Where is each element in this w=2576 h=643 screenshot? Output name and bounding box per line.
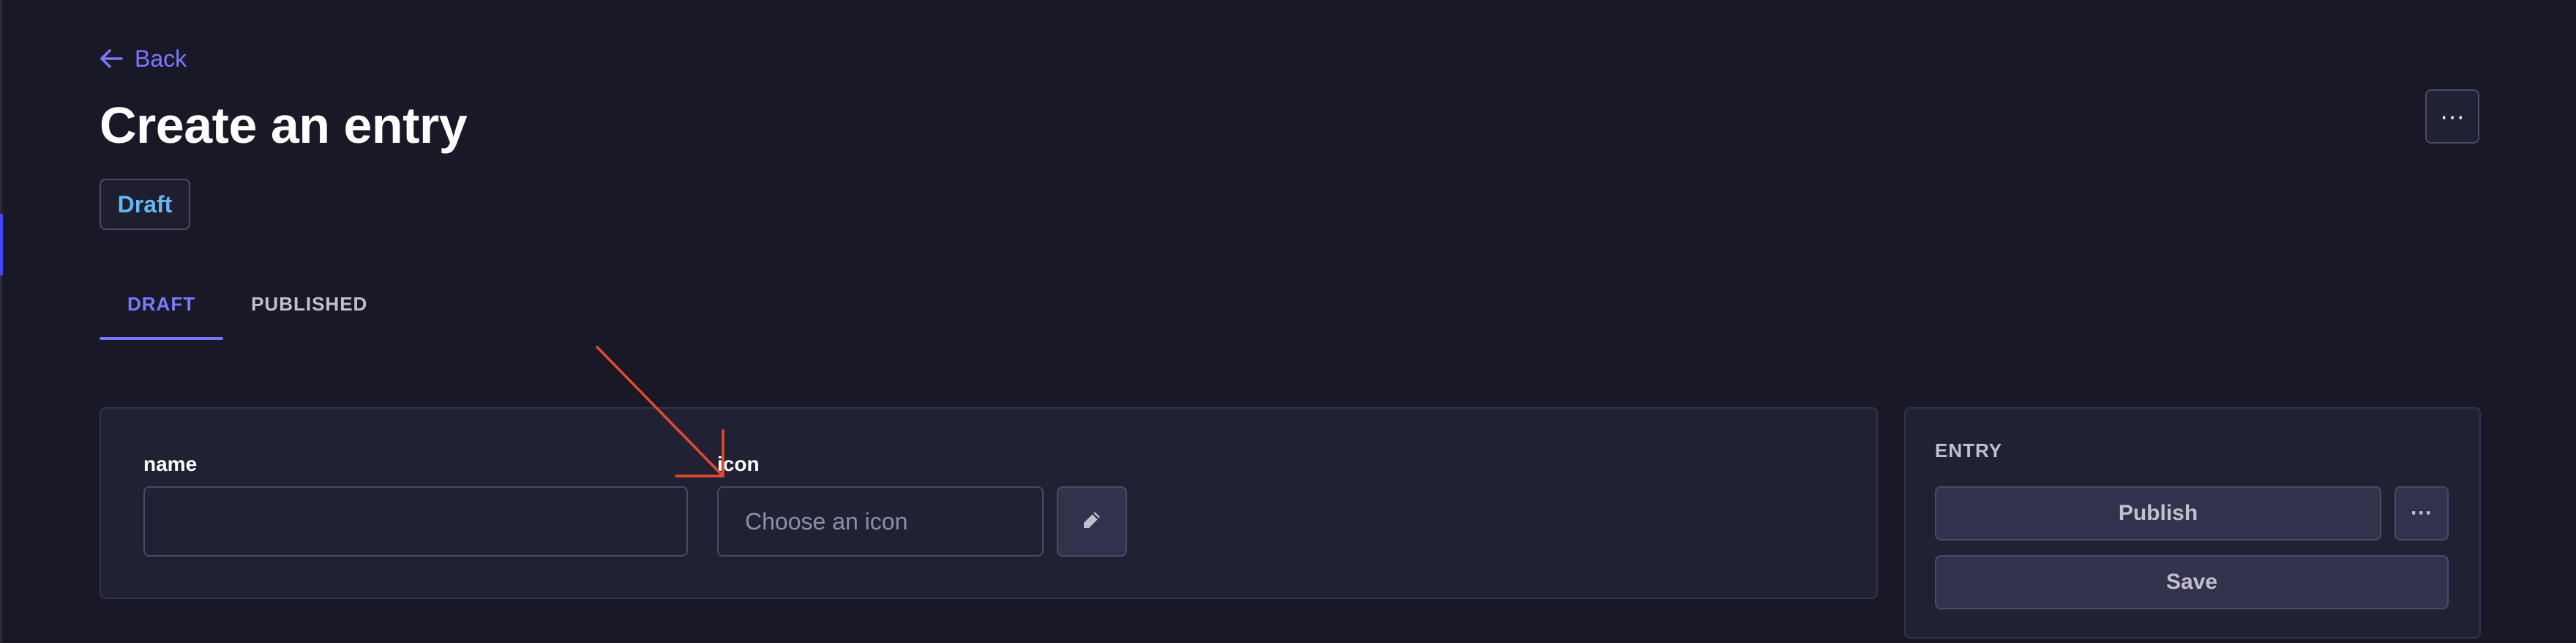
back-link-label: Back (135, 45, 187, 72)
tab-list: DRAFT PUBLISHED (100, 268, 395, 340)
back-link[interactable]: Back (100, 42, 187, 75)
page-title: Create an entry (100, 97, 468, 154)
icon-field-label: icon (717, 453, 760, 475)
tab-draft[interactable]: DRAFT (100, 268, 224, 340)
status-badge: Draft (100, 179, 190, 230)
name-input[interactable] (143, 486, 688, 557)
icon-picker-button[interactable] (1057, 486, 1127, 557)
entry-panel-title: ENTRY (1935, 439, 2003, 461)
ellipsis-icon: ··· (2411, 501, 2433, 525)
ellipsis-icon: ··· (2440, 102, 2465, 130)
header-more-button[interactable]: ··· (2425, 89, 2479, 144)
name-field-label: name (143, 453, 198, 475)
left-nav-active-indicator (0, 214, 3, 275)
page: Back Create an entry Draft ··· DRAFT PUB… (0, 0, 2576, 643)
tab-published[interactable]: PUBLISHED (223, 268, 395, 340)
pencil-icon (1081, 509, 1103, 535)
icon-input[interactable] (717, 486, 1044, 557)
publish-button[interactable]: Publish (1935, 486, 2381, 540)
arrow-left-icon (100, 48, 123, 69)
save-button[interactable]: Save (1935, 555, 2449, 609)
left-nav-edge (0, 0, 2, 643)
entry-more-button[interactable]: ··· (2395, 486, 2449, 540)
